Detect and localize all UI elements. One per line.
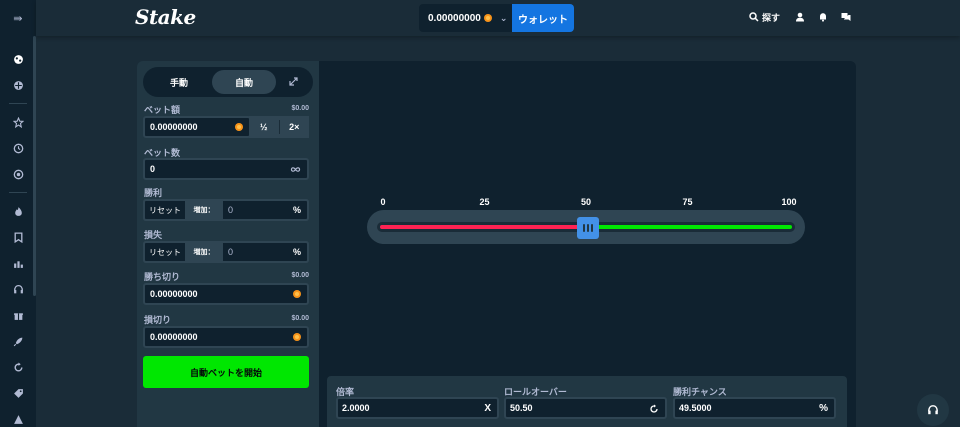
percent-icon: % bbox=[292, 205, 301, 215]
win-range bbox=[588, 225, 792, 229]
stop-profit-label: 勝ち切り bbox=[144, 272, 181, 282]
on-win-label: 勝利 bbox=[144, 188, 163, 198]
on-win-reset-button[interactable]: リセット bbox=[143, 199, 187, 221]
tick-label: 100 bbox=[781, 197, 797, 207]
on-loss-value: 0 bbox=[228, 247, 234, 257]
on-loss-increase-button[interactable]: 増加： bbox=[187, 241, 221, 263]
stop-profit-usd: $0.00 bbox=[291, 272, 309, 279]
percent-icon: % bbox=[292, 247, 301, 257]
rocket-icon[interactable] bbox=[0, 328, 36, 354]
on-loss-control: リセット 増加： 0 % bbox=[143, 241, 309, 263]
headset-icon bbox=[928, 405, 938, 415]
tick-label: 25 bbox=[479, 197, 490, 207]
slots-icon[interactable] bbox=[0, 250, 36, 276]
balance-amount: 0.00000000 bbox=[428, 12, 481, 24]
stop-profit-value: 0.00000000 bbox=[150, 289, 198, 299]
chevron-down-icon: ⌄ bbox=[499, 12, 508, 23]
grip-line bbox=[587, 224, 590, 232]
swap-icon[interactable] bbox=[287, 75, 301, 89]
bitcoin-icon bbox=[235, 123, 243, 131]
infinity-icon bbox=[290, 167, 301, 172]
bet-amount-label: ベット額 bbox=[144, 105, 181, 115]
rail-divider bbox=[9, 192, 27, 193]
live-support-button[interactable] bbox=[917, 394, 949, 426]
tick-label: 0 bbox=[380, 197, 386, 207]
stop-loss-label: 損切り bbox=[144, 315, 172, 325]
warning-icon[interactable] bbox=[0, 406, 36, 427]
on-loss-reset-button[interactable]: リセット bbox=[143, 241, 187, 263]
recent-icon[interactable] bbox=[0, 135, 36, 161]
balance-selector[interactable]: 0.00000000 ⌄ bbox=[419, 4, 512, 32]
bet-count-input[interactable]: 0 bbox=[143, 158, 309, 180]
chat-icon[interactable] bbox=[840, 10, 852, 24]
half-button[interactable]: ½ bbox=[249, 116, 279, 138]
double-button[interactable]: 2× bbox=[280, 116, 310, 138]
slider-handle[interactable] bbox=[577, 217, 600, 239]
game-area: 0 25 50 75 100 bbox=[319, 61, 856, 427]
gift-icon[interactable] bbox=[0, 302, 36, 328]
collapse-menu-button[interactable]: ⇛ bbox=[0, 0, 36, 36]
bitcoin-icon bbox=[483, 14, 492, 22]
rail-divider bbox=[9, 103, 27, 104]
tab-auto[interactable]: 自動 bbox=[212, 70, 276, 94]
percent-icon: % bbox=[819, 403, 828, 414]
on-win-control: リセット 増加： 0 % bbox=[143, 199, 309, 221]
on-loss-label: 損失 bbox=[144, 230, 163, 240]
stake-logo[interactable]: Stake bbox=[135, 5, 196, 29]
bet-sidebar: 手動 自動 ベット額 $0.00 0.00000000 ½ 2× ベット数 0 … bbox=[137, 61, 319, 427]
tick-label: 75 bbox=[682, 197, 693, 207]
left-rail: ⇛ bbox=[0, 0, 36, 427]
bet-count-value: 0 bbox=[150, 164, 156, 174]
search-icon bbox=[749, 12, 759, 22]
multiplier-input[interactable]: 2.0000 X bbox=[336, 397, 499, 419]
on-win-input[interactable]: 0 % bbox=[221, 199, 309, 221]
roll-over-value: 50.50 bbox=[510, 403, 533, 413]
stop-loss-input[interactable]: 0.00000000 bbox=[143, 326, 309, 348]
roll-over-input[interactable]: 50.50 bbox=[504, 397, 667, 419]
toggle-roll-icon[interactable] bbox=[649, 404, 659, 414]
notification-icon[interactable] bbox=[817, 10, 829, 24]
stop-profit-input[interactable]: 0.00000000 bbox=[143, 283, 309, 305]
stop-loss-value: 0.00000000 bbox=[150, 332, 198, 342]
bet-amount-input[interactable]: 0.00000000 bbox=[143, 116, 251, 138]
stats-panel: 倍率 2.0000 X ロールオーバー 50.50 勝利チャンス 49.5000… bbox=[327, 376, 847, 427]
bet-multiplier-buttons: ½ 2× bbox=[249, 116, 309, 138]
sports-icon[interactable] bbox=[0, 72, 36, 98]
on-win-increase-button[interactable]: 増加： bbox=[187, 199, 221, 221]
top-bar: Stake 0.00000000 ⌄ ウォレット 探す bbox=[36, 0, 960, 36]
win-chance-value: 49.5000 bbox=[679, 403, 712, 413]
refresh-icon[interactable] bbox=[0, 354, 36, 380]
live-casino-icon[interactable] bbox=[0, 276, 36, 302]
multiplier-value: 2.0000 bbox=[342, 403, 370, 413]
on-loss-input[interactable]: 0 % bbox=[221, 241, 309, 263]
favourites-icon[interactable] bbox=[0, 109, 36, 135]
mode-toggle: 手動 自動 bbox=[143, 67, 313, 97]
multiply-icon: X bbox=[484, 403, 491, 414]
menu-collapse-icon: ⇛ bbox=[13, 12, 23, 25]
user-icon[interactable] bbox=[794, 10, 806, 24]
bitcoin-icon bbox=[293, 333, 301, 341]
start-autobet-button[interactable]: 自動ベットを開始 bbox=[143, 356, 309, 388]
tag-icon[interactable] bbox=[0, 380, 36, 406]
bet-amount-value: 0.00000000 bbox=[150, 122, 198, 132]
bitcoin-icon bbox=[293, 290, 301, 298]
on-win-value: 0 bbox=[228, 205, 234, 215]
rail-scrollbar[interactable] bbox=[33, 36, 36, 296]
lose-range bbox=[380, 225, 589, 229]
grip-line bbox=[591, 224, 594, 232]
bet-amount-usd: $0.00 bbox=[291, 105, 309, 112]
stop-loss-usd: $0.00 bbox=[291, 315, 309, 322]
search-button[interactable]: 探す bbox=[749, 11, 780, 24]
win-chance-input[interactable]: 49.5000 % bbox=[673, 397, 836, 419]
casino-icon[interactable] bbox=[0, 46, 36, 72]
fire-icon[interactable] bbox=[0, 198, 36, 224]
bookmark-icon[interactable] bbox=[0, 224, 36, 250]
wallet-button[interactable]: ウォレット bbox=[512, 4, 574, 32]
tab-manual[interactable]: 手動 bbox=[146, 70, 212, 94]
search-label: 探す bbox=[762, 12, 781, 23]
tick-label: 50 bbox=[580, 197, 592, 207]
challenges-icon[interactable] bbox=[0, 161, 36, 187]
grip-line bbox=[583, 224, 586, 232]
